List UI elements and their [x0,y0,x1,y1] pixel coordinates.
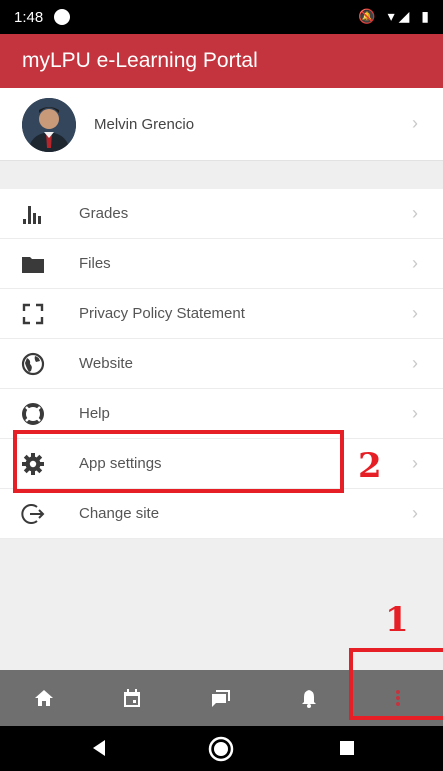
bell-icon [299,688,319,708]
tab-home[interactable] [0,670,88,726]
menu-item-website[interactable]: Website › [0,339,443,389]
menu-item-grades[interactable]: Grades › [0,189,443,239]
chevron-right-icon: › [412,203,418,223]
back-icon[interactable] [90,738,108,763]
bar-chart-icon [21,202,45,226]
annotation-box-1 [349,648,443,720]
status-time: 1:48 [14,9,44,26]
menu-item-label: Website [79,355,133,372]
annotation-label-1: 1 [385,600,409,640]
calendar-icon [122,688,142,708]
chevron-right-icon: › [412,303,418,323]
folder-icon [21,252,45,276]
chevron-right-icon: › [412,253,418,273]
tab-notifications[interactable] [265,670,353,726]
system-nav-bar [0,726,443,771]
lifebuoy-icon [21,402,45,426]
logout-icon [21,502,45,526]
profile-row[interactable]: Melvin Grencio › [0,88,443,161]
menu-item-label: Change site [79,505,160,522]
status-bar: 1:48 🔕 ▾◢ ▮ [0,0,443,34]
section-divider [0,161,443,189]
frame-corners-icon [21,302,45,326]
app-bar: myLPU e-Learning Portal [0,34,443,88]
chevron-right-icon: › [412,403,418,423]
home-icon [34,688,54,708]
globe-icon [21,352,45,376]
home-button-icon[interactable] [208,736,234,767]
avatar [22,98,76,152]
recents-icon[interactable] [338,739,356,762]
menu-item-label: Help [79,405,110,422]
status-icons: 🔕 ▾◢ ▮ [358,8,433,24]
menu-item-files[interactable]: Files › [0,239,443,289]
menu-item-change-site[interactable]: Change site › [0,489,443,539]
annotation-label-2: 2 [358,446,382,486]
menu-item-label: Grades [79,205,129,222]
tab-calendar[interactable] [88,670,176,726]
chevron-right-icon: › [412,503,418,523]
messenger-icon [54,9,70,25]
profile-name: Melvin Grencio [94,116,195,133]
annotation-box-2 [13,430,344,493]
menu-item-privacy-policy[interactable]: Privacy Policy Statement › [0,289,443,339]
app-title: myLPU e-Learning Portal [22,49,258,72]
chevron-right-icon: › [412,453,418,473]
menu-item-label: Files [79,255,111,272]
messages-icon [211,688,231,708]
chevron-right-icon: › [412,113,418,133]
tab-messages[interactable] [177,670,265,726]
chevron-right-icon: › [412,353,418,373]
menu-item-label: Privacy Policy Statement [79,305,245,322]
